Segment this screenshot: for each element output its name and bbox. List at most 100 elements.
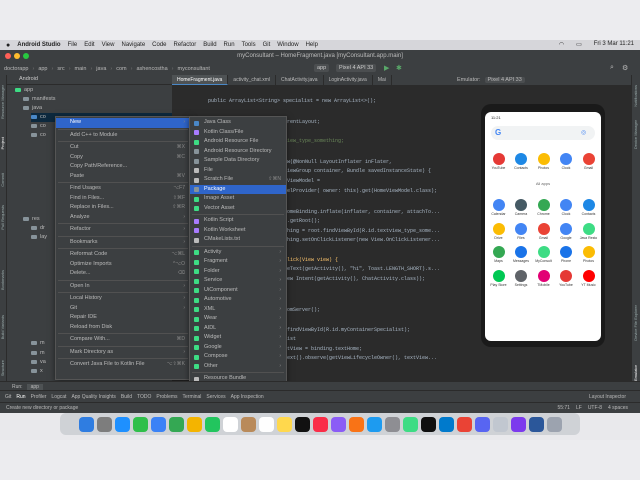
- contacts-icon[interactable]: [240, 416, 256, 432]
- breadcrumb-module[interactable]: myconsultant: [178, 66, 210, 72]
- safari-icon[interactable]: [114, 416, 130, 432]
- close-window-icon[interactable]: [5, 53, 11, 59]
- tool-tab-terminal[interactable]: Terminal: [183, 394, 202, 400]
- app-photos[interactable]: Photos: [577, 246, 600, 263]
- tv-icon[interactable]: [294, 416, 310, 432]
- tool-tab-layout-inspector[interactable]: Layout Inspector: [589, 394, 626, 400]
- app-youtube[interactable]: YouTube: [487, 153, 510, 170]
- device-manager-tab[interactable]: Device Manager: [633, 120, 639, 149]
- new-item-aidl[interactable]: AIDL ›: [190, 324, 286, 334]
- ctx-item-reformat-code[interactable]: Reformat Code ⌥⌘L: [56, 250, 190, 260]
- system-settings-icon[interactable]: [384, 416, 400, 432]
- pull-requests-tab[interactable]: Pull Requests: [0, 205, 6, 230]
- new-item-xml[interactable]: XML ›: [190, 305, 286, 315]
- new-item-service[interactable]: Service ›: [190, 276, 286, 286]
- new-item-vector-asset[interactable]: Vector Asset: [190, 204, 286, 214]
- word-icon[interactable]: [528, 416, 544, 432]
- android-studio-icon[interactable]: [402, 416, 418, 432]
- app-drive[interactable]: Drive: [487, 222, 510, 240]
- emulator-tab[interactable]: Emulator: [633, 365, 639, 381]
- phone-screen[interactable]: 11:21 G ◎ All apps YouTube Contacts Photos…: [485, 112, 601, 341]
- ctx-item-bookmarks[interactable]: Bookmarks ›: [56, 238, 190, 248]
- terminal-icon[interactable]: [420, 416, 436, 432]
- breadcrumb-com[interactable]: com: [116, 66, 126, 72]
- app-contacts[interactable]: Contacts: [577, 199, 600, 216]
- new-item-google[interactable]: Google ›: [190, 343, 286, 353]
- tab-login-activity[interactable]: LoginActivity.java: [324, 75, 373, 85]
- new-item-cmakelists-txt[interactable]: CMakeLists.txt: [190, 235, 286, 245]
- menu-edit[interactable]: Edit: [84, 42, 94, 48]
- app-google[interactable]: Google: [555, 222, 578, 240]
- app-contacts[interactable]: Contacts: [510, 153, 533, 170]
- notifications-tab[interactable]: Notifications: [633, 85, 639, 107]
- tree-item-app[interactable]: app: [15, 86, 33, 95]
- new-item-compose[interactable]: Compose ›: [190, 352, 286, 362]
- structure-tab[interactable]: Structure: [0, 360, 6, 376]
- file-encoding[interactable]: UTF-8: [588, 405, 602, 411]
- launchpad-icon[interactable]: [96, 416, 112, 432]
- breadcrumb-java[interactable]: java: [96, 66, 106, 72]
- tree-item-values[interactable]: va: [31, 358, 46, 367]
- tool-tab-todo[interactable]: TODO: [137, 394, 151, 400]
- mail-icon[interactable]: [150, 416, 166, 432]
- app-search-bar[interactable]: G ◎: [491, 126, 595, 140]
- line-separator[interactable]: LF: [576, 405, 582, 411]
- new-item-folder[interactable]: Folder ›: [190, 267, 286, 277]
- minimize-window-icon[interactable]: [14, 53, 20, 59]
- resource-manager-tab[interactable]: Resource Manager: [0, 85, 6, 119]
- screenshot-icon[interactable]: [510, 416, 526, 432]
- new-item-widget[interactable]: Widget ›: [190, 333, 286, 343]
- app-store-icon[interactable]: [366, 416, 382, 432]
- menu-refactor[interactable]: Refactor: [174, 42, 197, 48]
- menu-window[interactable]: Window: [277, 42, 298, 48]
- breadcrumb-project[interactable]: doctorapp: [4, 66, 28, 72]
- new-item-scratch-file[interactable]: Scratch File ⇧⌘N: [190, 175, 286, 185]
- project-view-selector[interactable]: Android: [7, 75, 172, 85]
- menu-code[interactable]: Code: [152, 42, 166, 48]
- ctx-item-find-usages[interactable]: Find Usages ⌥F7: [56, 184, 190, 194]
- messages-icon[interactable]: [132, 416, 148, 432]
- app-menu[interactable]: Android Studio: [17, 42, 60, 48]
- device-select[interactable]: Pixel 4 API 33: [336, 64, 377, 72]
- run-config-select[interactable]: app: [314, 64, 330, 72]
- ctx-item-convert-java-file-to-kotlin-file[interactable]: Convert Java File to Kotlin File ⌥⇧⌘K: [56, 360, 190, 370]
- ctx-item-mark-directory-as[interactable]: Mark Directory as ›: [56, 348, 190, 358]
- app-calendar[interactable]: Calendar: [487, 199, 510, 216]
- tree-item-package[interactable]: co: [31, 131, 46, 140]
- menu-tools[interactable]: Tools: [242, 42, 256, 48]
- ctx-item-refactor[interactable]: Refactor ›: [56, 225, 190, 235]
- tool-tab-logcat[interactable]: Logcat: [51, 394, 66, 400]
- menu-help[interactable]: Help: [306, 42, 318, 48]
- app-maps[interactable]: Maps: [487, 246, 510, 263]
- breadcrumb-package[interactable]: ashencostha: [136, 66, 167, 72]
- new-item-kotlin-script[interactable]: Kotlin Script: [190, 216, 286, 226]
- new-item-kotlin-class-file[interactable]: Kotlin Class/File: [190, 128, 286, 138]
- settings-icon[interactable]: ⚙: [622, 64, 628, 72]
- preview-icon[interactable]: [492, 416, 508, 432]
- photos-icon[interactable]: [186, 416, 202, 432]
- ctx-item-add-c-to-module[interactable]: Add C++ to Module: [56, 131, 190, 141]
- ctx-item-cut[interactable]: Cut ⌘X: [56, 143, 190, 153]
- ctx-item-new[interactable]: New ›: [56, 118, 190, 128]
- new-item-uicomponent[interactable]: UiComponent ›: [190, 286, 286, 296]
- build-variants-tab[interactable]: Build Variants: [0, 315, 6, 339]
- ctx-item-optimize-imports[interactable]: Optimize Imports ^⌥O: [56, 260, 190, 270]
- tool-tab-services[interactable]: Services: [206, 394, 225, 400]
- app-files[interactable]: Files: [510, 222, 533, 240]
- breadcrumb-app[interactable]: app: [38, 66, 47, 72]
- trash-icon[interactable]: [546, 416, 562, 432]
- ctx-item-find-in-files[interactable]: Find in Files... ⇧⌘F: [56, 194, 190, 204]
- app-java-resto[interactable]: Java Resto: [577, 222, 600, 240]
- tool-tab-app-inspection[interactable]: App Inspection: [231, 394, 264, 400]
- app-gmail[interactable]: Gmail: [577, 153, 600, 170]
- menu-navigate[interactable]: Navigate: [121, 42, 145, 48]
- app-gmail[interactable]: Gmail: [532, 222, 555, 240]
- new-item-other[interactable]: Other ›: [190, 362, 286, 372]
- zoom-window-icon[interactable]: [23, 53, 29, 59]
- new-item-package[interactable]: Package: [190, 184, 286, 194]
- app-tmobile[interactable]: TMobile: [532, 269, 555, 287]
- tree-item-layout[interactable]: lay: [31, 233, 47, 242]
- reminders-icon[interactable]: [258, 416, 274, 432]
- new-item-fragment[interactable]: Fragment ›: [190, 257, 286, 267]
- app-photos[interactable]: Photos: [532, 153, 555, 170]
